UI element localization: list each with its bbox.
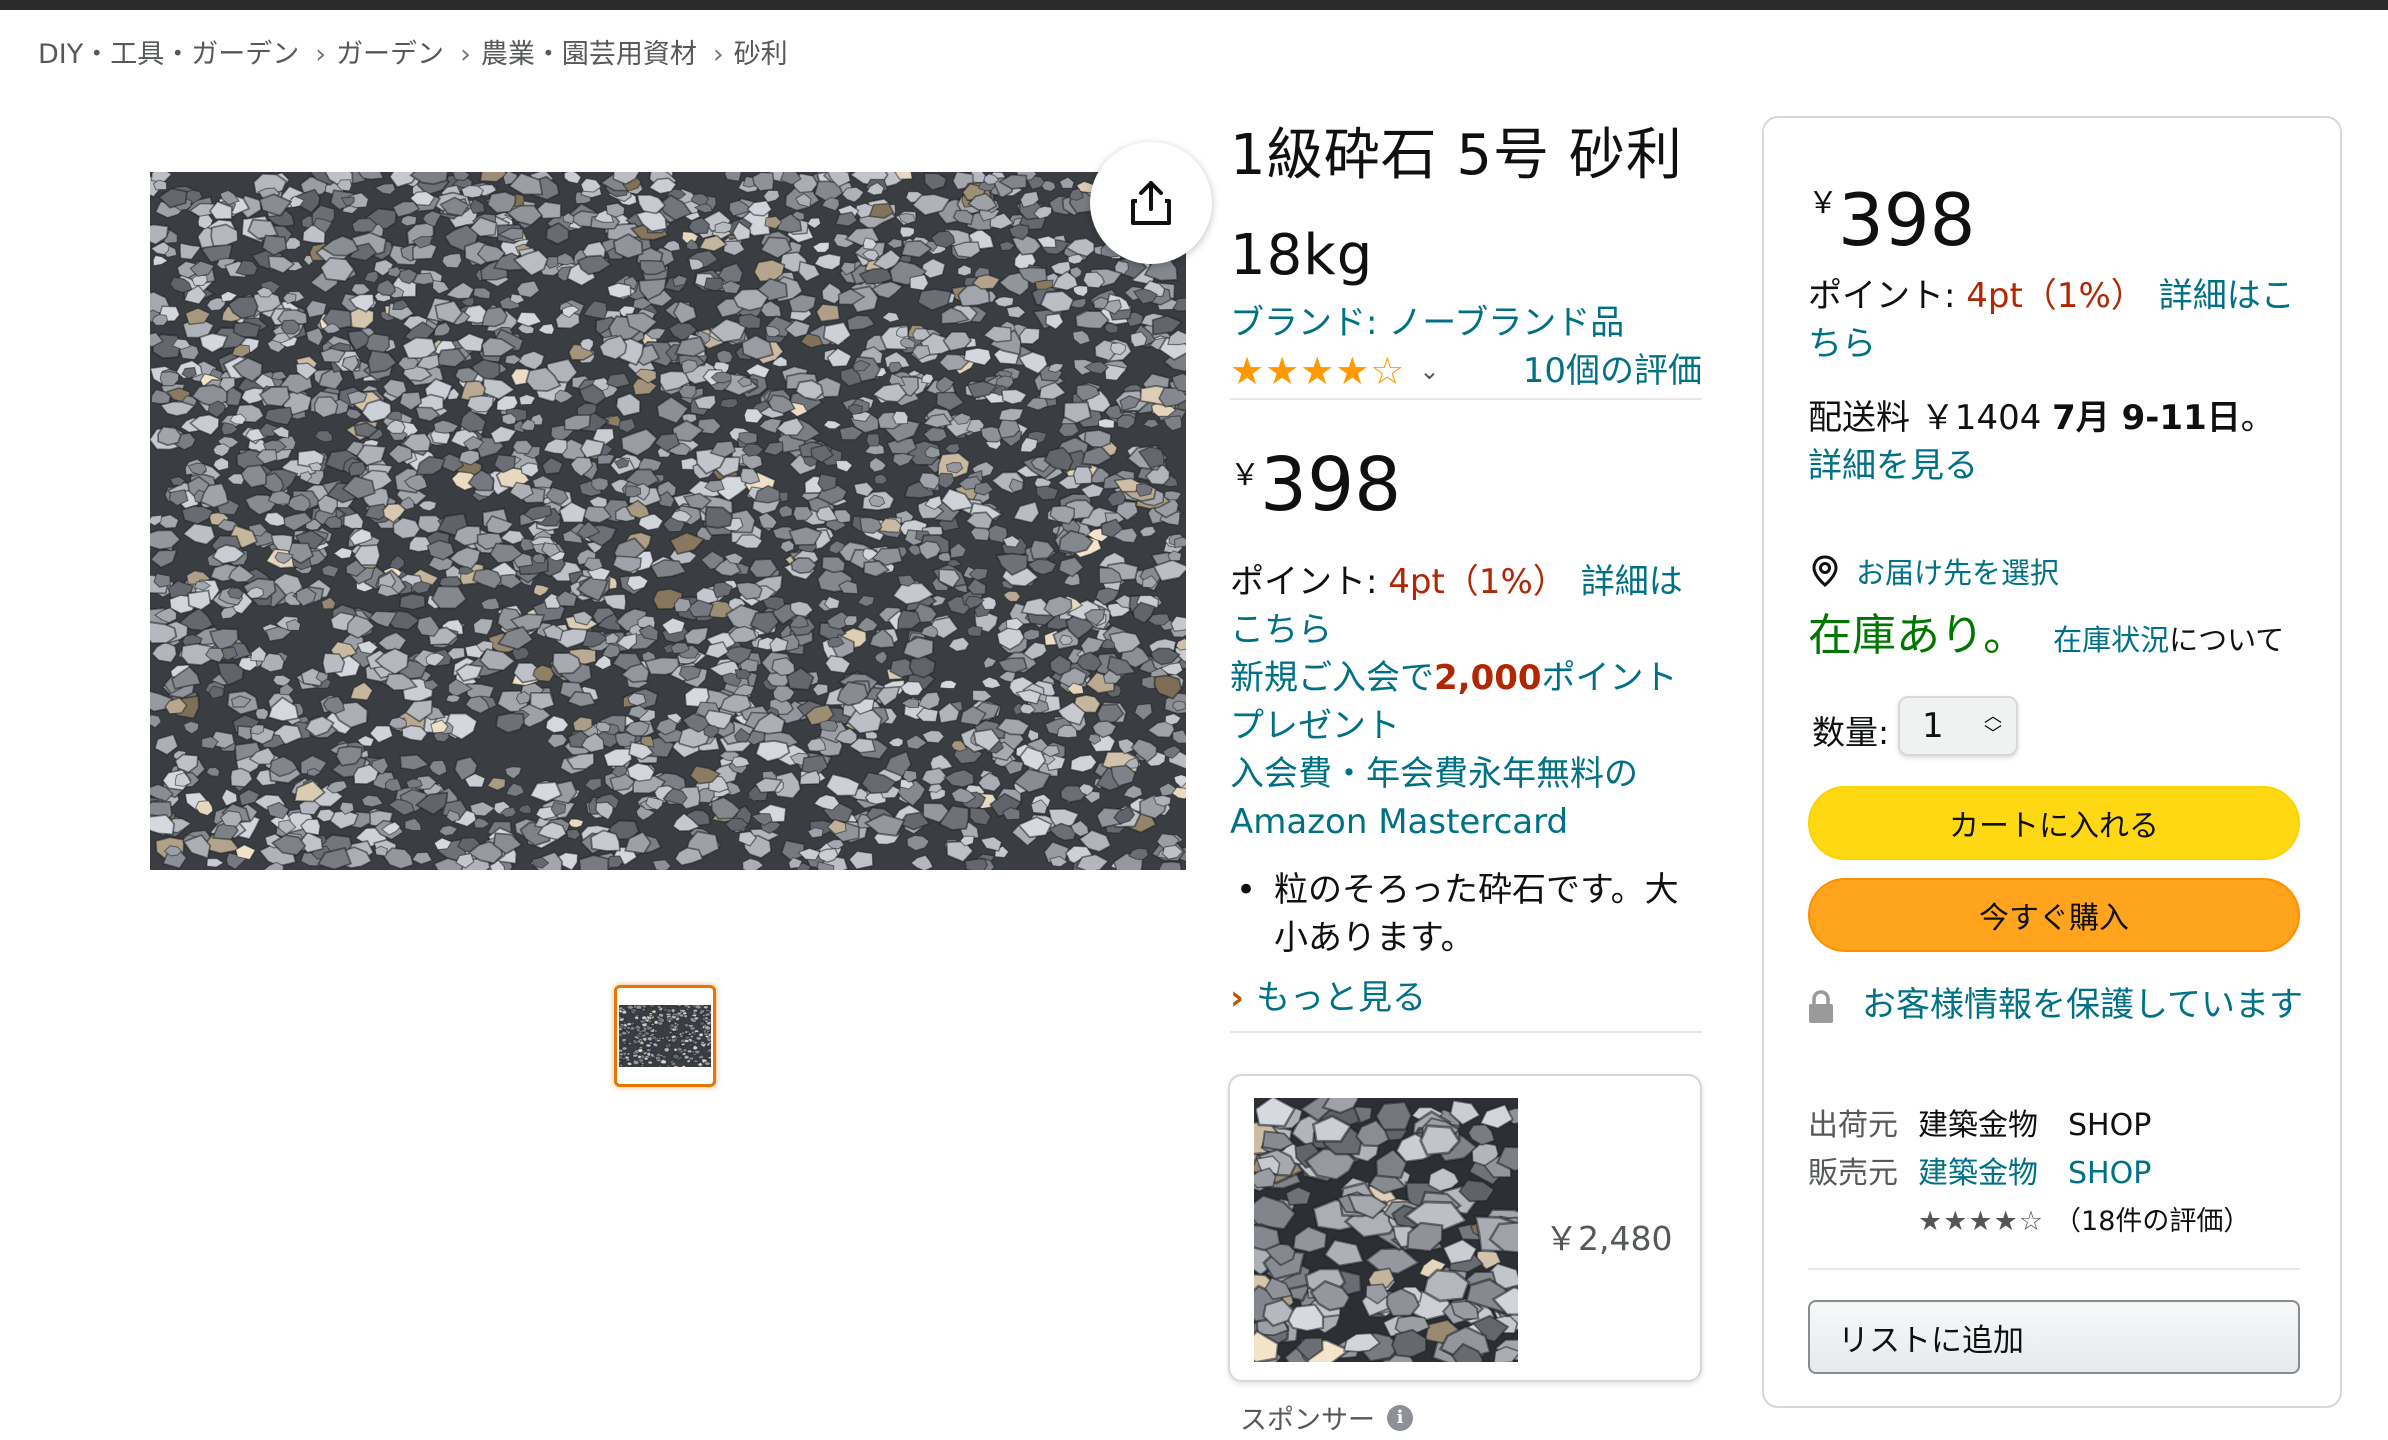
star-rating-icon[interactable]: ★★★★☆: [1230, 348, 1405, 394]
currency-symbol: ￥: [1230, 458, 1260, 493]
breadcrumb-separator: ›: [460, 39, 471, 70]
main-product-image[interactable]: [150, 172, 1186, 870]
add-to-cart-button[interactable]: カートに入れる: [1808, 786, 2300, 860]
sponsored-label: スポンサー i: [1240, 1398, 1413, 1437]
deliver-to-link[interactable]: お届け先を選択: [1808, 550, 2059, 592]
promo-text: 新規ご入会で: [1230, 658, 1434, 698]
browser-top-bar: [0, 0, 2388, 10]
seller-rating[interactable]: ★★★★☆ （18件の評価）: [1918, 1198, 2250, 1246]
breadcrumb-item[interactable]: DIY・工具・ガーデン: [38, 39, 299, 70]
deliver-to-label: お届け先を選択: [1856, 556, 2060, 590]
breadcrumb: DIY・工具・ガーデン › ガーデン › 農業・園芸用資材 › 砂利: [38, 32, 794, 71]
points-label: ポイント:: [1230, 562, 1389, 602]
seller-info: 出荷元 建築金物 SHOP 販売元 建築金物 SHOP ★★★★☆ （18件の評価）: [1808, 1102, 2250, 1246]
sponsored-gravel-image: [1254, 1098, 1518, 1362]
feature-bullet: • 粒のそろった砕石です。大小あります。: [1230, 866, 1702, 962]
buybox-price: ￥ 398: [1808, 162, 1975, 278]
sold-by-label: 販売元: [1808, 1156, 1898, 1191]
price-value: 398: [1838, 178, 1976, 262]
info-icon[interactable]: i: [1387, 1404, 1413, 1431]
shipping-details-link[interactable]: 詳細を見る: [1808, 446, 1978, 486]
reviews-link[interactable]: 10個の評価: [1523, 348, 1702, 394]
ships-from-value: 建築金物 SHOP: [1918, 1108, 2152, 1143]
share-icon: [1131, 181, 1171, 225]
chevron-right-icon: ›: [1230, 978, 1245, 1018]
quantity-label: 数量:: [1812, 713, 1890, 752]
quantity-value: 1: [1922, 706, 1944, 746]
share-button[interactable]: [1090, 142, 1212, 264]
currency-symbol: ￥: [1808, 186, 1838, 221]
promo-text: Amazon Mastercard: [1230, 802, 1569, 842]
breadcrumb-item[interactable]: 砂利: [734, 39, 788, 70]
image-thumbnail[interactable]: [614, 985, 716, 1087]
select-arrows-icon: ︿ ﹀: [1984, 706, 2002, 745]
in-stock-text: 在庫あり。: [1808, 610, 2028, 661]
gravel-image: [150, 172, 1186, 870]
bullet-text: 粒のそろった砕石です。大小あります。: [1274, 870, 1679, 958]
mastercard-promo-link[interactable]: 新規ご入会で2,000ポイントプレゼント 入会費・年会費永年無料の Amazon…: [1230, 654, 1702, 846]
secure-transaction-link[interactable]: お客様情報を保護しています: [1808, 980, 2308, 1030]
stock-status: 在庫あり。 在庫状況について: [1808, 604, 2284, 672]
buybox-points: ポイント: 4pt（1%） 詳細はこちら: [1808, 272, 2308, 368]
section-divider: [1230, 1031, 1702, 1033]
secure-text: お客様情報を保護しています: [1862, 985, 2303, 1025]
shipping-end: 。: [2240, 398, 2275, 438]
see-more-label: もっと見る: [1256, 978, 1427, 1018]
lock-icon: [1809, 989, 1833, 1023]
buybox-divider: [1808, 1268, 2300, 1270]
points-info: ポイント: 4pt（1%） 詳細はこちら: [1230, 558, 1702, 654]
thumbnail-image: [619, 1005, 711, 1067]
breadcrumb-item[interactable]: ガーデン: [336, 39, 444, 70]
title-line: 18kg: [1230, 223, 1374, 288]
seller-stars-icon: ★★★★☆: [1918, 1206, 2045, 1237]
shipping-fee: 配送料 ￥1404: [1808, 398, 2053, 438]
quantity-select[interactable]: 1 ︿ ﹀: [1898, 696, 2018, 756]
brand-link[interactable]: ブランド: ノーブランド品: [1230, 298, 1702, 348]
breadcrumb-item[interactable]: 農業・園芸用資材: [481, 39, 697, 70]
ships-from-label: 出荷元: [1808, 1108, 1898, 1143]
buy-box: ￥ 398 ポイント: 4pt（1%） 詳細はこちら 配送料 ￥1404 7月 9…: [1762, 116, 2342, 1408]
delivery-date: 7月 9-11日: [2052, 398, 2241, 438]
promo-points: 2,000: [1434, 658, 1542, 698]
points-value: 4pt（1%）: [1966, 276, 2145, 316]
sponsored-product-image[interactable]: [1254, 1098, 1518, 1362]
buy-now-button[interactable]: 今すぐ購入: [1808, 878, 2300, 952]
promo-text: 入会費・年会費永年無料の: [1230, 754, 1638, 794]
breadcrumb-separator: ›: [315, 39, 327, 70]
title-line: 1級砕石 5号 砂利: [1230, 123, 1683, 188]
stock-about-text: について: [2169, 623, 2285, 657]
rating-row: ★★★★☆ ⌄ 10個の評価: [1230, 348, 1702, 400]
points-value: 4pt（1%）: [1388, 562, 1567, 602]
bullet-dot: •: [1236, 870, 1257, 910]
stock-status-link[interactable]: 在庫状況: [2053, 623, 2169, 657]
seller-link[interactable]: 建築金物 SHOP: [1918, 1156, 2151, 1191]
points-label: ポイント:: [1808, 276, 1967, 316]
see-more-link[interactable]: › もっと見る: [1230, 974, 1702, 1022]
shipping-info: 配送料 ￥1404 7月 9-11日。 詳細を見る: [1808, 394, 2308, 490]
add-to-list-button[interactable]: リストに追加: [1808, 1300, 2300, 1374]
price: ￥ 398: [1230, 440, 1702, 530]
breadcrumb-separator: ›: [712, 39, 724, 70]
sponsored-price: ￥2,480: [1545, 1219, 1673, 1258]
price-value: 398: [1260, 442, 1402, 528]
sponsored-text: スポンサー: [1240, 1405, 1375, 1436]
seller-reviews: （18件の評価）: [2054, 1206, 2251, 1237]
location-pin-icon: [1812, 555, 1838, 587]
product-info: 1級砕石 5号 砂利 18kg ブランド: ノーブランド品 ★★★★☆ ⌄ 10…: [1230, 120, 1702, 1022]
chevron-down-icon[interactable]: ⌄: [1419, 348, 1439, 394]
sponsored-product-card[interactable]: ￥2,480: [1228, 1074, 1702, 1382]
product-title: 1級砕石 5号 砂利 18kg: [1230, 106, 1702, 306]
